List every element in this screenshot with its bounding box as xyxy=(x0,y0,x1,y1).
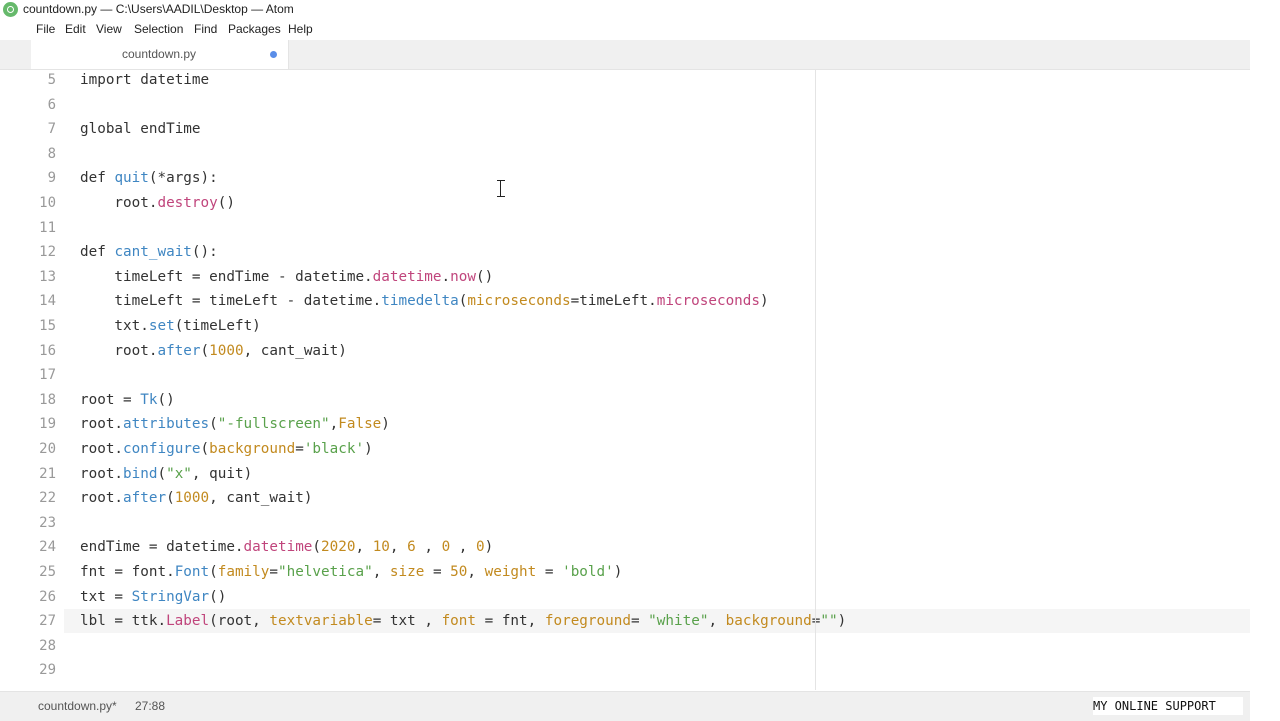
line-number[interactable]: 29 xyxy=(6,658,56,682)
code-line[interactable]: txt.set(timeLeft) xyxy=(80,314,260,338)
menu-find[interactable]: Find xyxy=(194,19,217,40)
line-number[interactable]: 15 xyxy=(6,314,56,338)
line-number[interactable]: 21 xyxy=(6,462,56,486)
line-number[interactable]: 5 xyxy=(6,68,56,92)
code-line[interactable]: def cant_wait(): xyxy=(80,240,218,264)
code-line[interactable]: root.attributes("-fullscreen",False) xyxy=(80,412,390,436)
tab-bar: countdown.py xyxy=(0,40,1250,70)
menu-help[interactable]: Help xyxy=(288,19,313,40)
menu-view[interactable]: View xyxy=(96,19,122,40)
status-bar: countdown.py* 27:88 xyxy=(0,691,1250,721)
line-number[interactable]: 8 xyxy=(6,142,56,166)
line-number[interactable]: 20 xyxy=(6,437,56,461)
line-number[interactable]: 27 xyxy=(6,609,56,633)
code-editor[interactable]: import datetime global endTime def quit(*a… xyxy=(64,70,1250,690)
menu-file[interactable]: File xyxy=(36,19,55,40)
line-number[interactable]: 28 xyxy=(6,634,56,658)
atom-logo-icon xyxy=(3,2,18,17)
code-line[interactable]: root = Tk() xyxy=(80,388,175,412)
code-line[interactable]: lbl = ttk.Label(root, textvariable= txt … xyxy=(80,609,846,633)
code-line[interactable]: txt = StringVar() xyxy=(80,585,226,609)
code-line[interactable]: root.destroy() xyxy=(80,191,235,215)
window-titlebar: countdown.py — C:\Users\AADIL\Desktop — … xyxy=(0,0,1250,19)
line-number[interactable]: 22 xyxy=(6,486,56,510)
line-number[interactable]: 6 xyxy=(6,93,56,117)
line-number[interactable]: 18 xyxy=(6,388,56,412)
window-edge xyxy=(1250,0,1280,720)
code-line[interactable]: import datetime xyxy=(80,70,209,92)
line-number[interactable]: 17 xyxy=(6,363,56,387)
code-line[interactable]: root.bind("x", quit) xyxy=(80,462,252,486)
line-number[interactable]: 7 xyxy=(6,117,56,141)
line-number[interactable]: 25 xyxy=(6,560,56,584)
code-line[interactable]: root.configure(background='black') xyxy=(80,437,373,461)
code-line[interactable]: endTime = datetime.datetime(2020, 10, 6 … xyxy=(80,535,493,559)
line-number[interactable]: 16 xyxy=(6,339,56,363)
line-number[interactable]: 9 xyxy=(6,166,56,190)
line-number[interactable]: 26 xyxy=(6,585,56,609)
code-line[interactable]: root.after(1000, cant_wait) xyxy=(80,486,312,510)
code-line[interactable]: def quit(*args): xyxy=(80,166,218,190)
line-number[interactable]: 23 xyxy=(6,511,56,535)
code-line[interactable]: timeLeft = endTime - datetime.datetime.n… xyxy=(80,265,493,289)
line-number[interactable]: 14 xyxy=(6,289,56,313)
line-number[interactable]: 12 xyxy=(6,240,56,264)
wrap-guide xyxy=(815,70,816,690)
window-title: countdown.py — C:\Users\AADIL\Desktop — … xyxy=(23,2,294,16)
line-number[interactable]: 11 xyxy=(6,216,56,240)
text-cursor-icon xyxy=(497,180,505,197)
status-file-name[interactable]: countdown.py* xyxy=(38,692,117,721)
line-number[interactable]: 13 xyxy=(6,265,56,289)
modified-indicator-icon[interactable] xyxy=(270,51,277,58)
status-cursor-position[interactable]: 27:88 xyxy=(135,692,165,721)
line-number[interactable]: 19 xyxy=(6,412,56,436)
tab-title: countdown.py xyxy=(122,47,197,61)
code-line[interactable]: fnt = font.Font(family="helvetica", size… xyxy=(80,560,622,584)
line-number[interactable]: 24 xyxy=(6,535,56,559)
menu-bar: File Edit View Selection Find Packages H… xyxy=(0,19,1250,40)
tab-countdown-py[interactable]: countdown.py xyxy=(31,40,289,69)
menu-selection[interactable]: Selection xyxy=(134,19,183,40)
line-number-gutter[interactable]: 5 6 7 8 9 10 11 12 13 14 15 16 17 18 19 20 21 22 23 24 25 26 2… xyxy=(0,70,64,690)
line-number[interactable]: 10 xyxy=(6,191,56,215)
code-line[interactable]: timeLeft = timeLeft - datetime.timedelta… xyxy=(80,289,768,313)
code-line[interactable]: root.after(1000, cant_wait) xyxy=(80,339,346,363)
menu-edit[interactable]: Edit xyxy=(65,19,86,40)
code-line[interactable]: global endTime xyxy=(80,117,201,141)
menu-packages[interactable]: Packages xyxy=(228,19,281,40)
watermark-text: MY ONLINE SUPPORT xyxy=(1093,697,1243,715)
